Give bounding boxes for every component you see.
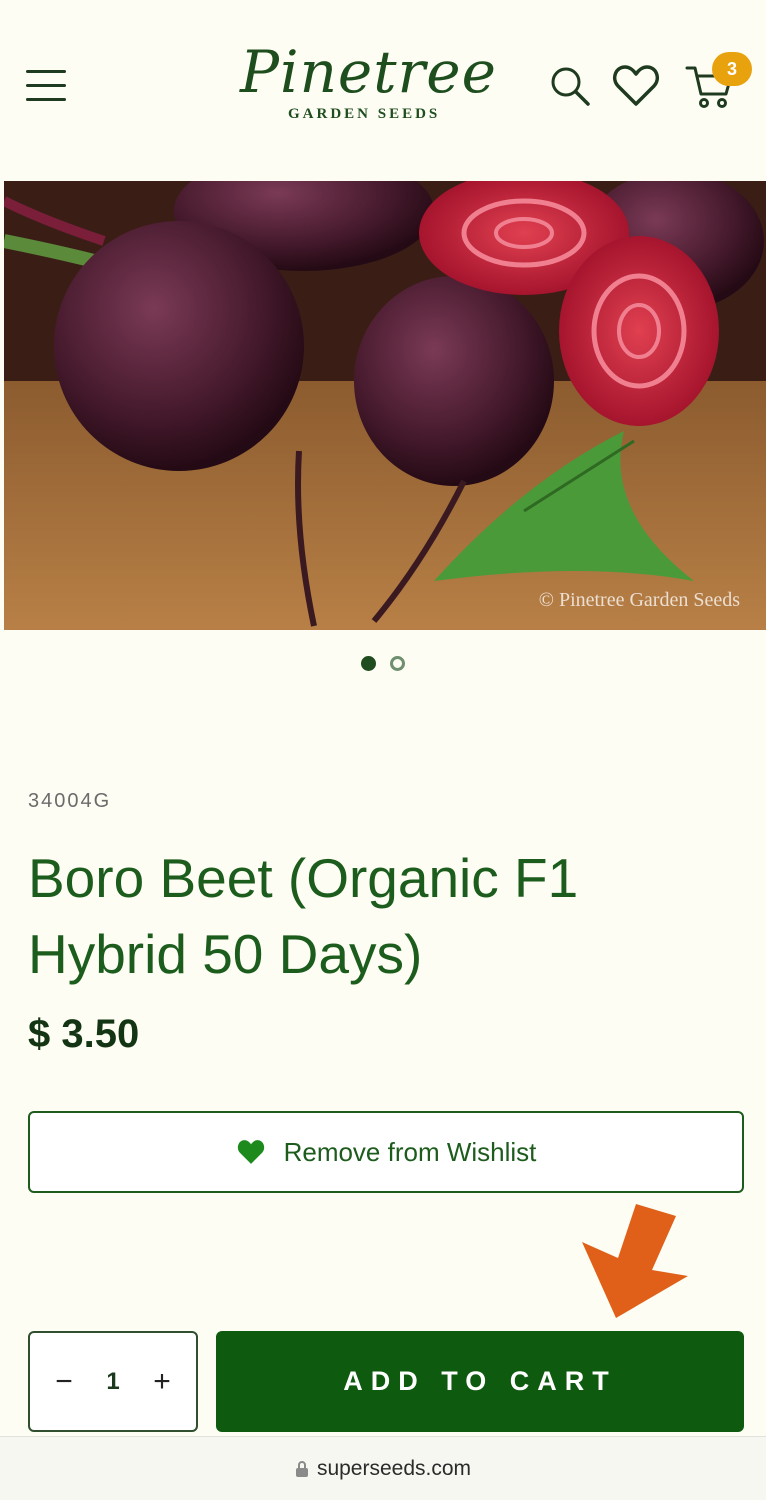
product-title: Boro Beet (Organic F1 Hybrid 50 Days) (28, 847, 579, 985)
product-sku: 34004G (28, 790, 112, 812)
beet-photo-illustration (4, 181, 766, 630)
browser-url-bar[interactable]: superseeds.com (0, 1436, 766, 1500)
product-price: $ 3.50 (28, 1012, 140, 1056)
add-to-cart-button[interactable]: ADD TO CART (216, 1331, 744, 1432)
remove-from-wishlist-button[interactable]: Remove from Wishlist (28, 1111, 744, 1193)
heart-icon[interactable] (612, 64, 660, 108)
quantity-value[interactable]: 1 (106, 1368, 119, 1396)
quantity-decrement-button[interactable]: − (52, 1365, 76, 1399)
gallery-dot-2[interactable] (390, 656, 405, 671)
logo-script-text: Pinetree (240, 38, 497, 106)
quantity-increment-button[interactable]: + (150, 1365, 174, 1399)
browser-url-text: superseeds.com (316, 1456, 472, 1480)
product-image[interactable]: © Pinetree Garden Seeds (4, 181, 766, 630)
arrow-down-left-icon (578, 1198, 692, 1320)
photo-watermark: © Pinetree Garden Seeds (538, 589, 740, 611)
wishlist-button-label: Remove from Wishlist (283, 1136, 537, 1167)
hamburger-menu-icon[interactable] (26, 70, 66, 106)
logo-subtitle: GARDEN SEEDS (288, 106, 441, 122)
pinetree-logo[interactable]: Pinetree GARDEN SEEDS (240, 38, 530, 130)
cart-count-badge: 3 (712, 52, 752, 86)
lock-icon (295, 1460, 308, 1477)
heart-filled-icon (237, 1140, 264, 1164)
gallery-pagination (0, 656, 766, 671)
site-header: Pinetree GARDEN SEEDS 3 (0, 0, 766, 180)
gallery-dot-1[interactable] (361, 656, 376, 671)
search-icon[interactable] (548, 64, 592, 108)
quantity-stepper: − 1 + (28, 1331, 198, 1432)
